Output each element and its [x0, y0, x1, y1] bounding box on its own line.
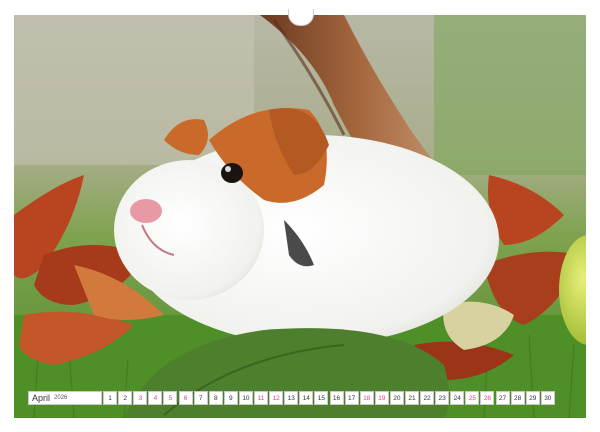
day-cell: 22	[420, 391, 435, 405]
calendar-date-bar: April 2026 1 2 3 4 5 6 7 8 9 10 11 12 13 14 15 16 17 18 19…	[28, 390, 574, 406]
day-cell: 4	[148, 391, 163, 405]
day-cell: 6	[178, 391, 193, 405]
month-label: April 2026	[28, 391, 102, 405]
day-cell: 21	[404, 391, 419, 405]
day-cell: 18	[359, 391, 374, 405]
day-cell: 29	[525, 391, 540, 405]
guinea-pig-photo	[14, 15, 586, 418]
day-cell: 7	[193, 391, 208, 405]
day-cell: 16	[329, 391, 344, 405]
day-cell: 2	[118, 391, 133, 405]
month-name: April	[32, 393, 51, 403]
day-cell: 17	[344, 391, 359, 405]
day-cell: 25	[465, 391, 480, 405]
day-cell: 28	[510, 391, 525, 405]
day-cell: 9	[223, 391, 238, 405]
day-cell: 24	[450, 391, 465, 405]
day-cell: 11	[254, 391, 269, 405]
year-label: 2026	[54, 395, 68, 401]
day-cell: 30	[540, 391, 555, 405]
day-cell: 8	[208, 391, 223, 405]
day-cell: 26	[480, 391, 495, 405]
day-cell: 10	[238, 391, 253, 405]
day-cell: 15	[314, 391, 329, 405]
day-cells: 1 2 3 4 5 6 7 8 9 10 11 12 13 14 15 16 17 18 19 20 21 22 23 24 2…	[102, 391, 555, 405]
day-cell: 27	[495, 391, 510, 405]
day-cell: 1	[103, 391, 118, 405]
day-cell: 20	[389, 391, 404, 405]
calendar-photo	[14, 15, 586, 418]
day-cell: 5	[163, 391, 178, 405]
day-cell: 23	[435, 391, 450, 405]
day-cell: 12	[269, 391, 284, 405]
day-cell: 19	[374, 391, 389, 405]
day-cell: 13	[284, 391, 299, 405]
day-cell: 14	[299, 391, 314, 405]
day-cell: 3	[133, 391, 148, 405]
